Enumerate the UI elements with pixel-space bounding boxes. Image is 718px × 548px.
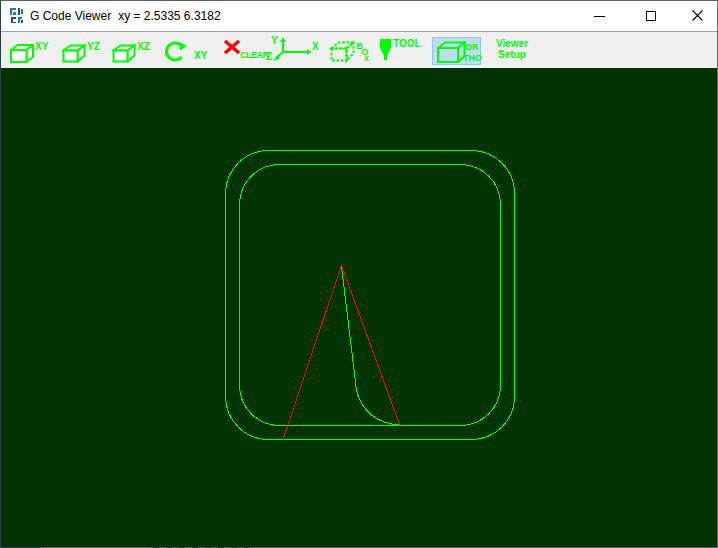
cube-icon bbox=[112, 44, 136, 63]
cube-icon bbox=[62, 44, 86, 63]
app-icon bbox=[8, 7, 26, 25]
ortho-label-line1: OR bbox=[465, 42, 479, 52]
axes-button[interactable]: Y X Z bbox=[264, 35, 319, 65]
view-yz-button[interactable]: YZ bbox=[62, 41, 106, 63]
close-button[interactable] bbox=[675, 1, 718, 31]
axes-x-label: X bbox=[312, 41, 319, 52]
window-title-coords: xy = 2.5335 6.3182 bbox=[118, 9, 220, 23]
window-title: G Code Viewer xy = 2.5335 6.3182 bbox=[30, 9, 221, 23]
tool-label: TOOL bbox=[393, 38, 421, 49]
rotate-xy-button[interactable]: XY bbox=[164, 40, 210, 64]
viewer-setup-label-line2: Setup bbox=[488, 49, 536, 60]
tool-button[interactable]: TOOL bbox=[380, 38, 432, 62]
rotate-arrow-icon bbox=[164, 40, 192, 63]
maximize-icon bbox=[646, 11, 656, 21]
viewer-setup-label-line1: Viewer bbox=[488, 38, 536, 49]
close-icon bbox=[692, 10, 704, 22]
title-bar[interactable]: G Code Viewer xy = 2.5335 6.3182 bbox=[1, 1, 717, 31]
box-letter-x: x bbox=[364, 53, 369, 63]
view-xz-label: XZ bbox=[137, 41, 150, 52]
ortho-label-line2: THO bbox=[463, 53, 482, 63]
view-xz-button[interactable]: XZ bbox=[112, 41, 156, 63]
view-xy-label: XY bbox=[35, 41, 48, 52]
ortho-button[interactable]: OR THO bbox=[432, 37, 481, 65]
view-xy-button[interactable]: XY bbox=[10, 41, 54, 63]
gcode-viewport[interactable] bbox=[1, 68, 717, 547]
maximize-button[interactable] bbox=[628, 1, 674, 31]
cube-icon bbox=[10, 44, 34, 63]
viewer-setup-button[interactable]: Viewer Setup bbox=[488, 38, 536, 62]
axes-icon: Y X Z bbox=[264, 35, 319, 65]
axes-y-label: Y bbox=[271, 35, 278, 46]
dashed-cube-icon: B O x bbox=[329, 39, 373, 65]
axes-z-label: Z bbox=[266, 51, 272, 62]
app-window: G Code Viewerxy = 2.5335 6.3182 XY bbox=[0, 0, 718, 548]
cube-icon bbox=[437, 41, 466, 63]
view-yz-label: YZ bbox=[87, 41, 100, 52]
toolbar: XY YZ XZ bbox=[1, 32, 717, 68]
red-x-icon bbox=[223, 39, 241, 55]
window-title-app: G Code Viewer bbox=[30, 9, 111, 23]
tool-bit-icon bbox=[380, 39, 392, 61]
minimize-button[interactable] bbox=[576, 1, 622, 31]
rotate-xy-label: XY bbox=[194, 50, 207, 61]
minimize-icon bbox=[594, 16, 605, 17]
box-button[interactable]: B O x bbox=[329, 39, 373, 65]
